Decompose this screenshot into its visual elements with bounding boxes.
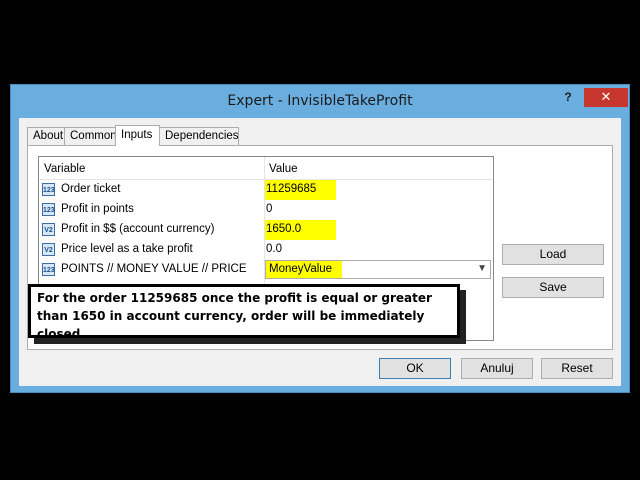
double-param-icon: V2 bbox=[42, 223, 55, 236]
grid-row-mode[interactable]: 123 POINTS // MONEY VALUE // PRICE Money… bbox=[39, 260, 493, 280]
select-value: MoneyValue bbox=[269, 263, 333, 275]
help-button[interactable]: ? bbox=[556, 89, 580, 105]
callout-text: For the order 11259685 once the profit i… bbox=[37, 291, 432, 341]
double-param-icon: V2 bbox=[42, 243, 55, 256]
grid-row-profit-money[interactable]: V2 Profit in $$ (account currency) 1650.… bbox=[39, 220, 493, 240]
integer-param-icon: 123 bbox=[42, 203, 55, 216]
close-button[interactable]: ✕ bbox=[584, 88, 628, 107]
load-button[interactable]: Load bbox=[502, 244, 604, 265]
column-variable[interactable]: Variable bbox=[39, 157, 85, 179]
grid-row-order-ticket[interactable]: 123 Order ticket 11259685 bbox=[39, 180, 493, 200]
window-title: Expert - InvisibleTakeProfit bbox=[227, 93, 413, 109]
column-value[interactable]: Value bbox=[264, 157, 298, 179]
grid-row-price-level[interactable]: V2 Price level as a take profit 0.0 bbox=[39, 240, 493, 260]
param-value[interactable]: 0 bbox=[266, 203, 272, 215]
dialog-body: About Common Inputs Dependencies Variabl… bbox=[19, 118, 621, 386]
param-name: Profit in $$ (account currency) bbox=[61, 223, 215, 235]
param-value[interactable]: 0.0 bbox=[266, 243, 282, 255]
cancel-button[interactable]: Anuluj bbox=[461, 358, 533, 379]
param-name: Price level as a take profit bbox=[61, 243, 193, 255]
grid-header: Variable Value bbox=[39, 157, 493, 180]
grid-row-profit-points[interactable]: 123 Profit in points 0 bbox=[39, 200, 493, 220]
enum-param-icon: 123 bbox=[42, 263, 55, 276]
annotation-callout: For the order 11259685 once the profit i… bbox=[28, 284, 460, 341]
mode-select[interactable]: MoneyValue ▼ bbox=[265, 260, 491, 279]
param-name: Order ticket bbox=[61, 183, 121, 195]
tab-dependencies[interactable]: Dependencies bbox=[159, 127, 239, 145]
param-value[interactable]: 11259685 bbox=[266, 183, 316, 195]
chevron-down-icon[interactable]: ▼ bbox=[477, 263, 487, 274]
param-name: POINTS // MONEY VALUE // PRICE bbox=[61, 263, 247, 275]
reset-button[interactable]: Reset bbox=[541, 358, 613, 379]
tab-inputs[interactable]: Inputs bbox=[115, 125, 160, 146]
tab-common[interactable]: Common bbox=[64, 127, 117, 145]
title-bar[interactable]: Expert - InvisibleTakeProfit ? ✕ bbox=[11, 85, 629, 118]
param-value[interactable]: 1650.0 bbox=[266, 223, 301, 235]
ok-button[interactable]: OK bbox=[379, 358, 451, 379]
integer-param-icon: 123 bbox=[42, 183, 55, 196]
expert-dialog: Expert - InvisibleTakeProfit ? ✕ About C… bbox=[10, 84, 630, 393]
param-name: Profit in points bbox=[61, 203, 134, 215]
tab-about[interactable]: About bbox=[27, 127, 65, 145]
save-button[interactable]: Save bbox=[502, 277, 604, 298]
